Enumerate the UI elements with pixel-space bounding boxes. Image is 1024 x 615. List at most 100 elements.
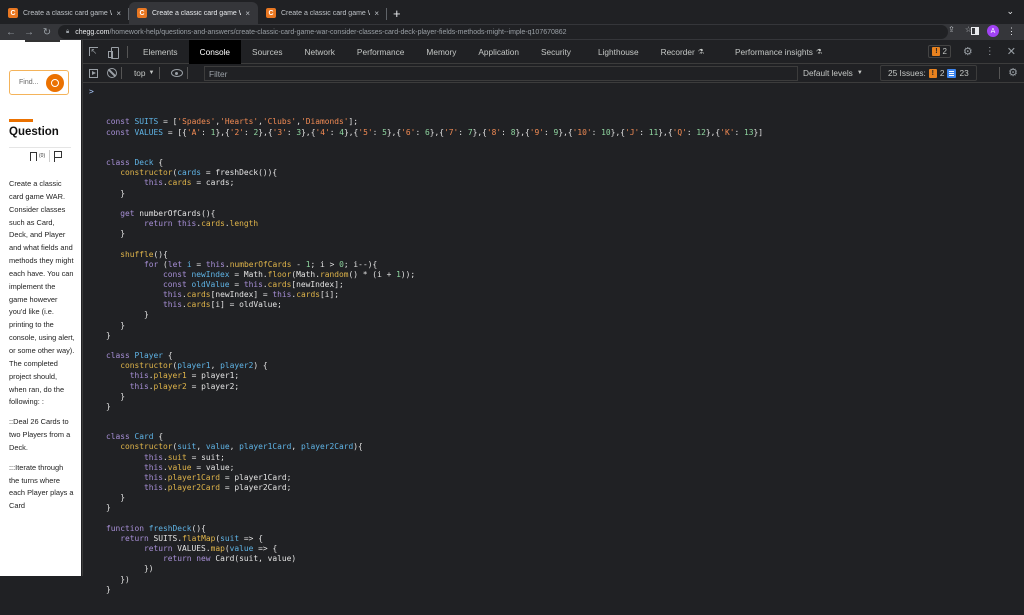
search-placeholder: Find... [19, 79, 39, 86]
info-message-icon [947, 68, 957, 78]
console-code-line [106, 514, 1024, 524]
console-code-line [106, 239, 1024, 249]
tab-lighthouse[interactable]: Lighthouse [587, 40, 650, 64]
toolbar-right: A ⋮ [971, 25, 1016, 37]
reload-icon[interactable]: ↻ [40, 27, 54, 38]
search-button[interactable] [46, 74, 64, 92]
inspect-element-button[interactable] [83, 40, 103, 64]
filter-placeholder: Filter [209, 68, 228, 79]
profile-avatar[interactable]: A [987, 25, 999, 37]
warnings-badge[interactable]: ! 2 [928, 45, 951, 58]
close-devtools-icon[interactable]: ✕ [1007, 45, 1016, 58]
console-code-block: const SUITS = ['Spades','Hearts','Clubs'… [106, 117, 1024, 594]
console-output[interactable]: > const SUITS = ['Spades','Hearts','Club… [83, 84, 1024, 594]
close-tab-icon[interactable]: × [245, 9, 250, 18]
console-code-line: const oldValue = this.cards[newIndex]; [163, 279, 344, 289]
search-input[interactable]: Find... [9, 70, 69, 95]
console-code-line: constructor(suit, value, player1Card, pl… [120, 442, 363, 452]
experimental-flask-icon: ⚗ [815, 48, 823, 56]
console-code-line: } [120, 188, 126, 198]
tab-elements[interactable]: Elements [132, 40, 189, 64]
clear-console-icon[interactable] [107, 68, 117, 78]
console-code-line: this.player1Card = player1Card; [144, 472, 292, 482]
tab-security[interactable]: Security [530, 40, 587, 64]
new-tab-button[interactable]: + [393, 2, 401, 24]
levels-label: Default levels [803, 68, 853, 78]
more-options-icon[interactable]: ⋮ [985, 46, 995, 57]
console-code-line: } [106, 330, 111, 340]
browser-menu-icon[interactable]: ⋮ [1007, 26, 1016, 37]
forward-arrow-icon[interactable]: → [22, 27, 36, 38]
console-code-line: return this.cards.length [144, 219, 259, 229]
console-code-line: for (let i = this.numberOfCards - 1; i >… [144, 259, 378, 269]
tab-search-chevron-icon[interactable]: ⌄ [1006, 6, 1014, 17]
divider [9, 147, 71, 148]
console-code-line: } [144, 310, 149, 320]
console-filter-input[interactable]: Filter [204, 66, 798, 81]
tab-memory[interactable]: Memory [415, 40, 467, 64]
tab-title: Create a classic card game WA [152, 9, 242, 17]
tab-performance[interactable]: Performance [346, 40, 416, 64]
caret-down-icon: ▼ [856, 70, 863, 76]
browser-tab-active[interactable]: C Create a classic card game WA × [129, 2, 258, 24]
console-code-line: const VALUES = [{'A': 1},{'2': 2},{'3': … [106, 127, 764, 137]
issues-label: 25 Issues: [888, 68, 926, 78]
question-paragraph: :::Iterate through the turns where each … [9, 462, 74, 511]
url-host: chegg.com [75, 28, 110, 36]
console-code-line: constructor(cards = freshDeck()){ [120, 168, 278, 178]
issues-warning-count: 2 [939, 68, 945, 78]
show-console-sidebar-icon[interactable] [89, 68, 98, 78]
flag-icon[interactable] [54, 150, 63, 162]
tab-recorder[interactable]: Recorder ⚗ [650, 40, 724, 64]
question-heading: Question [9, 126, 59, 138]
tab-sources[interactable]: Sources [241, 40, 293, 64]
divider [999, 67, 1000, 79]
share-icon[interactable]: ⇪ [948, 25, 955, 34]
console-code-line: } [106, 401, 111, 411]
log-levels-dropdown[interactable]: Default levels ▼ [803, 68, 863, 78]
chegg-favicon-icon: C [137, 8, 147, 18]
browser-tab[interactable]: C Create a classic card game WA × [0, 2, 129, 24]
console-code-line: this.player2Card = player2Card; [144, 483, 292, 493]
page-header-fragment [25, 40, 60, 42]
settings-gear-icon[interactable]: ⚙ [963, 45, 973, 58]
experimental-flask-icon: ⚗ [697, 48, 704, 56]
context-label: top [134, 68, 146, 78]
browser-tab[interactable]: C Create a classic card game WA × [258, 2, 387, 24]
console-settings-gear-icon[interactable]: ⚙ [1008, 66, 1018, 79]
live-expression-eye-icon[interactable] [170, 69, 183, 77]
close-tab-icon[interactable]: × [374, 9, 379, 18]
console-code-line: }) [120, 574, 130, 584]
console-code-line: class Deck { [106, 158, 164, 168]
tab-performance-insights[interactable]: Performance insights ⚗ [724, 40, 833, 64]
console-code-line: get numberOfCards(){ [120, 208, 216, 218]
console-code-line: this.cards[newIndex] = this.cards[i]; [163, 290, 340, 300]
bookmark-count: (0) [39, 153, 46, 159]
device-toolbar-button[interactable] [103, 40, 123, 64]
caret-down-icon: ▼ [148, 70, 155, 76]
console-code-line: return VALUES.map(value => { [144, 544, 278, 554]
warning-icon: ! [928, 68, 937, 78]
tab-application[interactable]: Application [467, 40, 530, 64]
divider [186, 67, 188, 79]
chegg-favicon-icon: C [266, 8, 276, 18]
console-code-line: this.suit = suit; [144, 452, 225, 462]
console-code-line [106, 412, 1024, 422]
console-code-line: } [120, 229, 126, 239]
console-code-line: } [120, 493, 126, 503]
bookmark-icon[interactable] [30, 151, 37, 161]
tab-network[interactable]: Network [293, 40, 345, 64]
question-paragraph: ::Deal 26 Cards to two Players from a De… [9, 417, 71, 452]
close-tab-icon[interactable]: × [116, 9, 121, 18]
tab-console[interactable]: Console [188, 39, 242, 64]
context-selector[interactable]: top ▼ [134, 68, 155, 78]
console-code-line: constructor(player1, player2) { [120, 361, 268, 371]
console-prompt-chevron-icon: > [89, 87, 94, 96]
console-code-line: this.cards = cards; [144, 178, 235, 188]
back-arrow-icon[interactable]: ← [4, 27, 18, 38]
issues-counter[interactable]: 25 Issues: ! 2 23 [880, 65, 977, 81]
console-code-line: const newIndex = Math.floor(Math.random(… [163, 269, 416, 279]
warning-icon: ! [932, 47, 941, 56]
address-bar[interactable]: 🔒︎ chegg.com /homework-help/questions-an… [58, 25, 948, 39]
side-panel-icon[interactable] [971, 27, 979, 35]
